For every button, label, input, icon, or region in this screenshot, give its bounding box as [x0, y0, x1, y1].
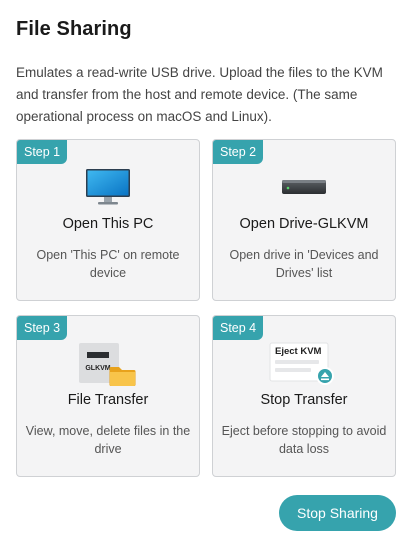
step-description: Open 'This PC' on remote device	[36, 248, 180, 280]
step-card-3: Step 3 GLKVM File Transfer View, move, d…	[16, 315, 200, 477]
step-card-1: Step 1 Open This PC Open 'This PC' on re…	[16, 139, 200, 301]
step-title: Stop Transfer	[260, 392, 348, 408]
step-description: Open drive in 'Devices and Drives' list	[229, 248, 379, 280]
drive-label: GLKVM	[85, 365, 110, 372]
step-description: Eject before stopping to avoid data loss	[221, 424, 387, 456]
step-title: Open Drive-GLKVM	[239, 216, 369, 232]
monitor-icon	[86, 169, 130, 205]
page-description: Emulates a read-write USB drive. Upload …	[16, 65, 383, 124]
page-title: File Sharing	[16, 18, 132, 40]
eject-label: Eject KVM	[275, 346, 322, 357]
drive-folder-icon: GLKVM	[79, 343, 136, 386]
step-description: View, move, delete files in the drive	[25, 424, 191, 456]
eject-icon: Eject KVM	[269, 342, 334, 385]
step-card-2: Step 2 Open Drive-GLKVM Open drive in 'D…	[212, 139, 396, 301]
step-title: File Transfer	[67, 392, 149, 408]
step-badge: Step 2	[213, 140, 264, 164]
usb-drive-icon	[282, 180, 326, 194]
step-title: Open This PC	[62, 216, 154, 232]
stop-sharing-button[interactable]: Stop Sharing	[279, 495, 396, 531]
step-card-4: Step 4 Eject KVM Stop Transfer Eject bef…	[212, 315, 396, 477]
step-badge: Step 1	[17, 140, 68, 164]
